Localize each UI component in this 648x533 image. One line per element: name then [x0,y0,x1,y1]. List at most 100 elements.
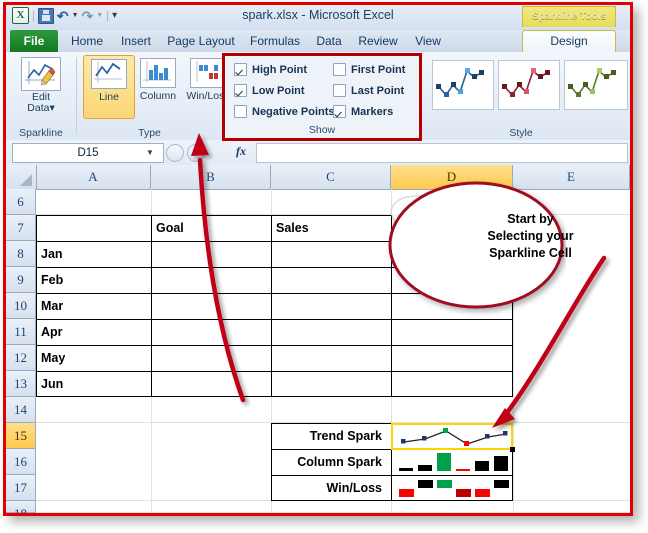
contextual-tools-label: Sparkline Tools [522,6,616,27]
style-thumb-darkred[interactable] [498,60,560,110]
checkbox-markers-box[interactable] [333,105,346,118]
checkbox-last-point-label: Last Point [351,84,405,97]
row-header-16[interactable]: 16 [6,449,36,475]
sparkline-winloss-d17[interactable] [392,476,512,500]
checkbox-negative-points[interactable]: Negative Points [234,105,335,118]
ribbon-group-show: High Point Low Point Negative Points Fir… [222,53,422,141]
checkbox-low-point[interactable]: Low Point [234,84,305,97]
ribbon-group-sparkline: Edit Data▾ Sparkline [6,52,76,140]
enter-formula-icon[interactable] [187,144,205,162]
row-header-17[interactable]: 17 [6,475,36,501]
callout-line-1: Start by [507,212,554,226]
name-box[interactable]: D15 [12,143,164,163]
row-header-6[interactable]: 6 [6,189,36,215]
fill-handle[interactable] [510,447,515,452]
tab-review[interactable]: Review [352,30,404,52]
select-all-corner[interactable] [6,165,37,189]
type-button-column-label: Column [139,90,177,102]
checkbox-high-point-label: High Point [252,63,307,76]
callout-line-2: Selecting your [487,229,574,243]
callout-line-3: Sparkline Cell [489,246,572,260]
checkbox-first-point-label: First Point [351,63,406,76]
checkbox-last-point-box[interactable] [333,84,346,97]
cell-a10-month[interactable]: Mar [41,293,63,319]
edit-data-label-line2: Data▾ [27,102,55,114]
formula-bar-buttons [166,144,205,162]
row-header-9[interactable]: 9 [6,267,36,293]
column-sparkline-icon [140,58,176,88]
cell-c15-trend-spark-label[interactable]: Trend Spark [276,423,386,449]
tab-formulas[interactable]: Formulas [244,30,306,52]
excel-application-window: X | ↶ ▼ ↷ ▼ | ▾ spark.xlsx - Microsoft E… [3,2,633,516]
type-button-column[interactable]: Column [133,55,183,117]
row-header-15[interactable]: 15 [6,423,36,449]
column-header-b[interactable]: B [151,165,271,189]
table-vline-c [271,215,272,397]
checkbox-markers-label: Markers [351,105,394,118]
checkbox-first-point-box[interactable] [333,63,346,76]
cell-b7-goal[interactable]: Goal [156,215,266,241]
tab-data[interactable]: Data [310,30,348,52]
tab-insert[interactable]: Insert [114,30,158,52]
style-thumb-green[interactable] [564,60,628,110]
table-hline-12 [36,371,513,372]
checkbox-markers[interactable]: Markers [333,105,393,118]
cell-c17-winloss-label[interactable]: Win/Loss [276,475,386,501]
ribbon-group-style: Style [426,52,630,140]
row-header-13[interactable]: 13 [6,371,36,397]
excel-window-screenshot: X | ↶ ▼ ↷ ▼ | ▾ spark.xlsx - Microsoft E… [0,0,648,533]
row-header-10[interactable]: 10 [6,293,36,319]
selected-cell-d15[interactable] [391,423,513,450]
row-header-14[interactable]: 14 [6,397,36,423]
edit-data-caret-icon[interactable]: ▾ [49,102,54,114]
name-box-dropdown-icon[interactable]: ▼ [146,148,154,157]
cell-a12-month[interactable]: May [41,345,65,371]
line-sparkline-icon [91,59,127,89]
checkbox-low-point-box[interactable] [234,84,247,97]
checkbox-negative-points-box[interactable] [234,105,247,118]
tab-home[interactable]: Home [64,30,110,52]
title-bar: X | ↶ ▼ ↷ ▼ | ▾ spark.xlsx - Microsoft E… [6,5,630,30]
cell-c16-column-spark-label[interactable]: Column Spark [276,449,386,475]
checkbox-low-point-label: Low Point [252,84,305,97]
row-header-11[interactable]: 11 [6,319,36,345]
table-vline-b [151,215,152,397]
formula-bar: D15 ▼ fx [6,140,630,166]
tab-view[interactable]: View [408,30,448,52]
group-label-show: Show [308,124,336,136]
type-button-line-label: Line [99,91,119,103]
checkbox-high-point-box[interactable] [234,63,247,76]
checkbox-last-point[interactable]: Last Point [333,84,404,97]
type-button-line[interactable]: Line [83,55,135,119]
ribbon-group-type: Line Column Win/Loss Type [77,52,230,140]
row-header-12[interactable]: 12 [6,345,36,371]
checkbox-first-point[interactable]: First Point [333,63,405,76]
group-label-style: Style [509,127,533,139]
column-header-a[interactable]: A [36,165,151,189]
checkbox-negative-points-label: Negative Points [252,105,335,118]
sparkline-column-d16[interactable] [392,450,512,474]
tab-design[interactable]: Design [522,30,616,53]
cell-a13-month[interactable]: Jun [41,371,63,397]
group-label-sparkline: Sparkline [19,127,63,139]
edit-data-icon [21,57,61,91]
callout-text: Start by Selecting your Sparkline Cell [458,211,603,262]
cancel-formula-icon[interactable] [166,144,184,162]
style-thumb-blue[interactable] [432,60,494,110]
edit-data-button[interactable]: Edit Data▾ [13,55,69,117]
ribbon-tab-strip: File Home Insert Page Layout Formulas Da… [6,30,630,53]
checkbox-high-point[interactable]: High Point [234,63,307,76]
row-header-7[interactable]: 7 [6,215,36,241]
worksheet-grid[interactable]: A B C D E 6 7 8 9 10 11 12 13 14 15 16 1… [6,165,630,513]
row-header-18[interactable]: 18 [6,501,36,513]
row-header-8[interactable]: 8 [6,241,36,267]
cell-a9-month[interactable]: Feb [41,267,63,293]
tab-file[interactable]: File [10,30,58,52]
formula-input[interactable] [256,143,628,163]
cell-a11-month[interactable]: Apr [41,319,63,345]
winloss-sparkline-icon [190,58,226,88]
insert-function-icon[interactable]: fx [236,144,246,159]
gridline-r18 [36,512,630,513]
cell-a8-month[interactable]: Jan [41,241,63,267]
tab-page-layout[interactable]: Page Layout [162,30,240,52]
